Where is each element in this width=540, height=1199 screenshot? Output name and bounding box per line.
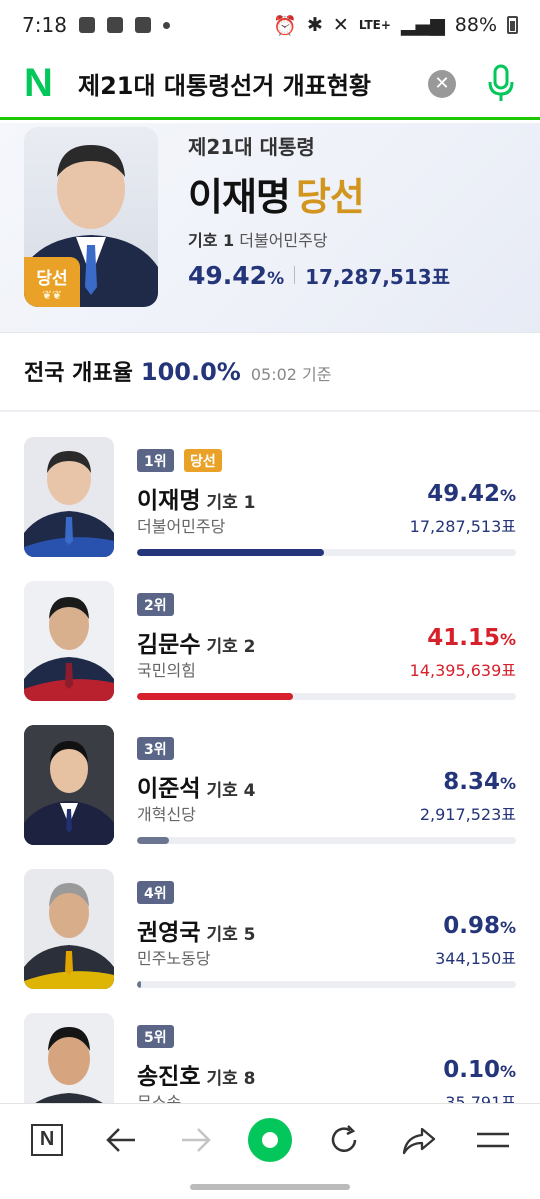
- signal-icon: ▂▄▆: [400, 14, 445, 36]
- candidate-percent: 49.42%: [427, 481, 516, 507]
- divider: [0, 410, 540, 412]
- winner-info: 제21대 대통령 이재명 당선 기호 1 더불어민주당 49.42% 17,287…: [188, 131, 450, 290]
- sim-icon: [106, 17, 123, 33]
- candidate-name-line: 송진호 기호 8: [137, 1057, 256, 1091]
- candidate-name: 이재명: [137, 488, 201, 514]
- green-dot-icon[interactable]: [246, 1116, 294, 1164]
- winner-percent: 49.42%: [188, 261, 285, 290]
- vote-share-bar: [137, 549, 516, 556]
- vote-share-bar: [137, 981, 516, 988]
- candidate-name: 이준석: [137, 776, 201, 802]
- share-icon[interactable]: [395, 1116, 443, 1164]
- candidate-row[interactable]: 4위 권영국 기호 5 민주노동당 0.98% 344,150표: [0, 869, 540, 1009]
- winner-votes: 17,287,513표: [305, 265, 451, 289]
- candidate-name-line: 이준석 기호 4: [137, 769, 256, 803]
- winner-elected-badge: 당선 ❦❦: [24, 257, 80, 307]
- laurel-icon: ❦❦: [41, 287, 63, 302]
- candidate-name-line: 김문수 기호 2: [137, 625, 256, 659]
- battery-percent: 88%: [454, 14, 497, 36]
- candidate-name: 김문수: [137, 632, 201, 658]
- count-value: 100.0%: [140, 358, 241, 386]
- back-arrow-icon[interactable]: [97, 1116, 145, 1164]
- naver-home-icon[interactable]: N: [23, 1116, 71, 1164]
- vote-share-fill: [137, 549, 325, 556]
- vote-share-bar: [137, 693, 516, 700]
- forward-arrow-icon[interactable]: [172, 1116, 220, 1164]
- candidate-name-line: 권영국 기호 5: [137, 913, 256, 947]
- alarm-icon: ⏰: [273, 14, 297, 37]
- winner-status: 당선: [295, 175, 365, 219]
- election-title: 제21대 대통령: [188, 135, 315, 159]
- refresh-icon[interactable]: [320, 1116, 368, 1164]
- candidate-name: 송진호: [137, 1064, 201, 1090]
- candidate-percent: 0.10%: [443, 1057, 516, 1083]
- candidate-number: 기호 4: [206, 781, 256, 801]
- mic-icon[interactable]: [486, 64, 516, 104]
- candidate-number: 기호 5: [206, 925, 256, 945]
- candidate-photo: [24, 437, 114, 557]
- weather-icon: [78, 17, 95, 33]
- candidate-votes: 2,917,523표: [419, 805, 516, 824]
- candidate-percent: 41.15%: [427, 625, 516, 651]
- candidate-row[interactable]: 2위 김문수 기호 2 국민의힘 41.15% 14,395,639표: [0, 581, 540, 721]
- vote-share-fill: [137, 693, 293, 700]
- candidate-row[interactable]: 1위 당선 이재명 기호 1 더불어민주당 49.42% 17,287,513표: [0, 437, 540, 577]
- candidate-number: 기호 1: [206, 493, 256, 513]
- winner-name-line: 이재명 당선: [188, 166, 450, 221]
- candidate-votes: 344,150표: [435, 949, 516, 968]
- count-time: 05:02 기준: [250, 365, 332, 384]
- candidate-party: 개혁신당: [137, 805, 196, 824]
- naver-logo[interactable]: N: [24, 61, 64, 106]
- candidate-percent: 8.34%: [443, 769, 516, 795]
- rank-badge: 2위: [137, 593, 174, 616]
- candidate-row[interactable]: 3위 이준석 기호 4 개혁신당 8.34% 2,917,523표: [0, 725, 540, 865]
- rank-badge: 5위: [137, 1025, 174, 1048]
- network-label: LTE+: [358, 18, 391, 32]
- elected-badge: 당선: [184, 449, 222, 472]
- winner-stats: 49.42% 17,287,513표: [188, 261, 450, 290]
- bottom-nav: N: [0, 1103, 540, 1175]
- image-icon: [134, 17, 151, 33]
- bluetooth-icon: ✱: [306, 14, 323, 36]
- status-time: 7:18: [22, 13, 67, 37]
- candidate-name-line: 이재명 기호 1: [137, 481, 256, 515]
- rank-badge: 4위: [137, 881, 174, 904]
- candidate-party: 국민의힘: [137, 661, 196, 680]
- home-indicator[interactable]: [190, 1184, 350, 1190]
- count-progress: 전국 개표율 100.0% 05:02 기준: [24, 355, 331, 387]
- candidate-name: 권영국: [137, 920, 201, 946]
- rank-badge: 3위: [137, 737, 174, 760]
- candidate-photo: [24, 725, 114, 845]
- menu-icon[interactable]: [469, 1116, 517, 1164]
- winner-badge-label: 당선: [36, 268, 68, 289]
- candidate-number: 기호 2: [206, 637, 256, 657]
- winner-banner[interactable]: 당선 ❦❦ 제21대 대통령 이재명 당선 기호 1 더불어민주당 49.42% …: [0, 123, 540, 333]
- candidate-percent: 0.98%: [443, 913, 516, 939]
- candidate-votes: 17,287,513표: [409, 517, 516, 536]
- candidate-photo: [24, 869, 114, 989]
- candidate-votes: 14,395,639표: [409, 661, 516, 680]
- candidate-party: 더불어민주당: [137, 517, 226, 536]
- vote-share-bar: [137, 837, 516, 844]
- vote-share-fill: [137, 981, 141, 988]
- winner-party: 더불어민주당: [239, 231, 328, 250]
- candidate-number: 기호 8: [206, 1069, 256, 1089]
- rank-badge: 1위: [137, 449, 174, 472]
- search-header: N 제21대 대통령선거 개표현황 ✕: [0, 50, 540, 120]
- candidate-photo: [24, 581, 114, 701]
- clear-icon[interactable]: ✕: [428, 69, 456, 98]
- search-query[interactable]: 제21대 대통령선거 개표현황: [78, 66, 428, 101]
- winner-number: 기호 1: [188, 231, 235, 250]
- battery-icon: [507, 16, 518, 34]
- status-bar: 7:18 ⏰ ✱ ✕ LTE+ ▂▄▆ 88%: [0, 0, 540, 50]
- stat-divider: [294, 266, 296, 284]
- candidate-party: 민주노동당: [137, 949, 211, 968]
- notification-dot-icon: [162, 21, 170, 29]
- vote-share-fill: [137, 837, 169, 844]
- count-label: 전국 개표율: [24, 361, 133, 386]
- mute-icon: ✕: [332, 14, 349, 36]
- winner-name: 이재명: [188, 175, 291, 219]
- winner-party-line: 기호 1 더불어민주당: [188, 227, 450, 251]
